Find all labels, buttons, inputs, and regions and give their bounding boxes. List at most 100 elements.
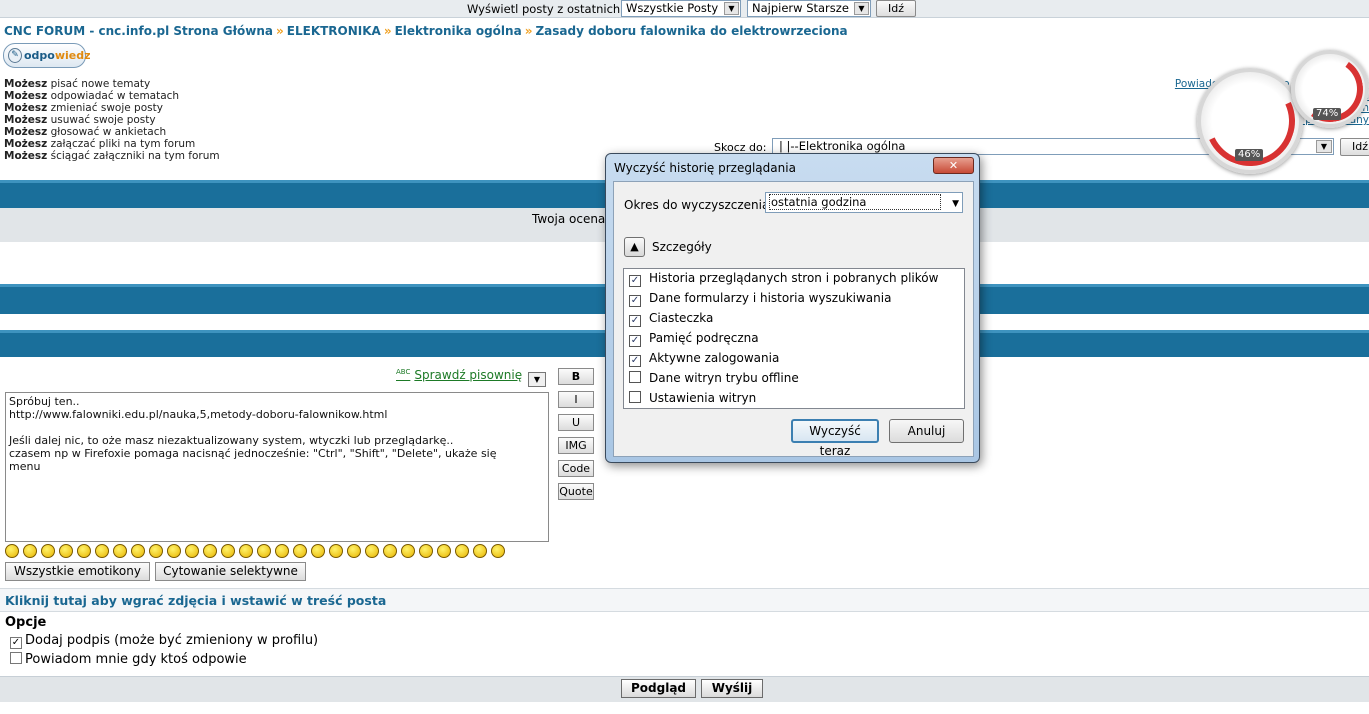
emoticon-icon[interactable] [239, 544, 253, 558]
item-form-history[interactable]: ✓ Dane formularzy i historia wyszukiwania [629, 291, 891, 307]
chevron-down-icon: ▼ [952, 199, 959, 209]
view-go-button[interactable]: Idź [876, 0, 916, 17]
permission-item: Możesz pisać nowe tematy [4, 78, 151, 90]
cancel-button[interactable]: Anuluj [889, 419, 964, 443]
options-title: Opcje [5, 615, 47, 630]
permission-item: Możesz głosować w ankietach [4, 126, 167, 138]
checkbox-unchecked[interactable] [10, 652, 22, 664]
breadcrumb-elektronika-ogolna[interactable]: Elektronika ogólna [395, 24, 522, 38]
reply-label-prefix: odpo [24, 49, 55, 62]
breadcrumb-elektronika[interactable]: ELEKTRONIKA [287, 24, 381, 38]
item-cookies[interactable]: ✓ Ciasteczka [629, 311, 713, 327]
spellcheck-label: Sprawdź pisownię [414, 368, 523, 382]
option-notify-reply[interactable]: Powiadom mnie gdy ktoś odpowie [10, 652, 247, 667]
checkbox-unchecked[interactable] [629, 371, 641, 383]
emoticon-icon[interactable] [77, 544, 91, 558]
quote-button[interactable]: Quote [558, 483, 594, 500]
link-add-favorites[interactable]: Dodaj do ulubionych [1169, 102, 1369, 114]
permission-item: Możesz usuwać swoje posty [4, 114, 156, 126]
emoticon-icon[interactable] [23, 544, 37, 558]
item-cache[interactable]: ✓ Pamięć podręczna [629, 331, 759, 347]
clear-now-button[interactable]: Wyczyść teraz [791, 419, 879, 458]
checkbox-checked[interactable]: ✓ [629, 315, 641, 327]
emoticon-icon[interactable] [293, 544, 307, 558]
checkbox-checked[interactable]: ✓ [629, 295, 641, 307]
item-browsing-history[interactable]: ✓ Historia przeglądanych stron i pobranyc… [629, 271, 938, 287]
emoticon-icon[interactable] [455, 544, 469, 558]
emoticon-icon[interactable] [311, 544, 325, 558]
permission-item: Możesz zmieniać swoje posty [4, 102, 163, 114]
emoticon-icon[interactable] [275, 544, 289, 558]
close-icon[interactable]: ✕ [933, 157, 974, 174]
breadcrumb-topic[interactable]: Zasady doboru falownika do elektrowrzeci… [535, 24, 847, 38]
permission-item: Możesz ściągać załączniki na tym forum [4, 150, 220, 162]
chevron-down-icon: ▼ [854, 2, 869, 15]
checkbox-checked[interactable]: ✓ [629, 335, 641, 347]
link-print-version[interactable]: Wersja do druku [1169, 90, 1369, 102]
time-range-select[interactable]: ostatnia godzina ▼ [765, 192, 963, 213]
reply-label-suffix: wiedz [54, 49, 91, 62]
preview-button[interactable]: Podgląd [621, 679, 696, 698]
view-options-label: Wyświetl posty z ostatnich: [467, 2, 625, 16]
checkbox-checked[interactable]: ✓ [10, 637, 22, 649]
selective-quote-button[interactable]: Cytowanie selektywne [155, 562, 306, 581]
emoticon-icon[interactable] [329, 544, 343, 558]
history-items-list: ✓ Historia przeglądanych stron i pobranyc… [623, 268, 965, 409]
dialog-title: Wyczyść historię przeglądania [614, 161, 796, 175]
emoticon-icon[interactable] [473, 544, 487, 558]
bold-button[interactable]: B [558, 368, 594, 385]
emoticon-strip [5, 544, 509, 561]
permissions-list: Możesz pisać nowe tematy Możesz odpowiad… [4, 78, 220, 162]
emoticon-icon[interactable] [95, 544, 109, 558]
emoticon-icon[interactable] [167, 544, 181, 558]
emoticon-icon[interactable] [131, 544, 145, 558]
emoticon-icon[interactable] [5, 544, 19, 558]
period-label: Okres do wyczyszczenia: [624, 198, 774, 212]
item-offline-data[interactable]: Dane witryn trybu offline [629, 371, 799, 385]
emoticon-icon[interactable] [491, 544, 505, 558]
emoticon-icon[interactable] [347, 544, 361, 558]
emoticon-icon[interactable] [221, 544, 235, 558]
checkbox-unchecked[interactable] [629, 391, 641, 403]
underline-button[interactable]: U [558, 414, 594, 431]
item-site-preferences[interactable]: Ustawienia witryn [629, 391, 756, 405]
italic-button[interactable]: I [558, 391, 594, 408]
option-add-signature[interactable]: ✓ Dodaj podpis (może być zmieniony w prof… [10, 633, 318, 649]
emoticon-icon[interactable] [203, 544, 217, 558]
emoticon-icon[interactable] [419, 544, 433, 558]
emoticon-icon[interactable] [185, 544, 199, 558]
all-emoticons-button[interactable]: Wszystkie emotikony [5, 562, 150, 581]
emoticon-icon[interactable] [149, 544, 163, 558]
emoticon-icon[interactable] [383, 544, 397, 558]
checkbox-checked[interactable]: ✓ [629, 275, 641, 287]
details-toggle-button[interactable]: ▲ [624, 237, 645, 257]
upload-images-link[interactable]: Kliknij tutaj aby wgrać zdjęcia i wstawi… [0, 588, 1369, 612]
code-button[interactable]: Code [558, 460, 594, 477]
jump-go-button[interactable]: Idź [1340, 138, 1369, 156]
img-button[interactable]: IMG [558, 437, 594, 454]
link-notify-friend[interactable]: Powiadom znajomego o tym temacie [1169, 78, 1369, 90]
permission-item: Możesz odpowiadać w tematach [4, 90, 180, 102]
rating-label: Twoja ocena [532, 212, 606, 226]
breadcrumb-home[interactable]: CNC FORUM - cnc.info.pl Strona Główna [4, 24, 273, 38]
emoticon-icon[interactable] [113, 544, 127, 558]
message-textarea[interactable]: Spróbuj ten.. http://www.falowniki.edu.p… [5, 392, 549, 542]
reply-button[interactable]: ✎ odpowiedz [3, 43, 91, 68]
checkbox-checked[interactable]: ✓ [629, 355, 641, 367]
spellcheck-dropdown[interactable]: ▼ [528, 372, 546, 387]
submit-button[interactable]: Wyślij [701, 679, 763, 698]
item-active-logins[interactable]: ✓ Aktywne zalogowania [629, 351, 779, 367]
emoticon-icon[interactable] [41, 544, 55, 558]
emoticon-icon[interactable] [257, 544, 271, 558]
emoticon-icon[interactable] [401, 544, 415, 558]
link-mark-read[interactable]: Oznacz temat jako przeczytany [1169, 114, 1369, 126]
order-select[interactable]: Najpierw Starsze ▼ [747, 0, 871, 17]
jump-select-value: | |--Elektronika ogólna [779, 139, 906, 153]
emoticon-icon[interactable] [59, 544, 73, 558]
emoticon-icon[interactable] [365, 544, 379, 558]
emoticon-icon[interactable] [437, 544, 451, 558]
spellcheck-link[interactable]: ABC Sprawdź pisownię [396, 368, 522, 382]
breadcrumb-separator: » [524, 24, 533, 38]
details-label[interactable]: Szczegóły [652, 240, 712, 254]
period-select[interactable]: Wszystkie Posty ▼ [621, 0, 741, 17]
